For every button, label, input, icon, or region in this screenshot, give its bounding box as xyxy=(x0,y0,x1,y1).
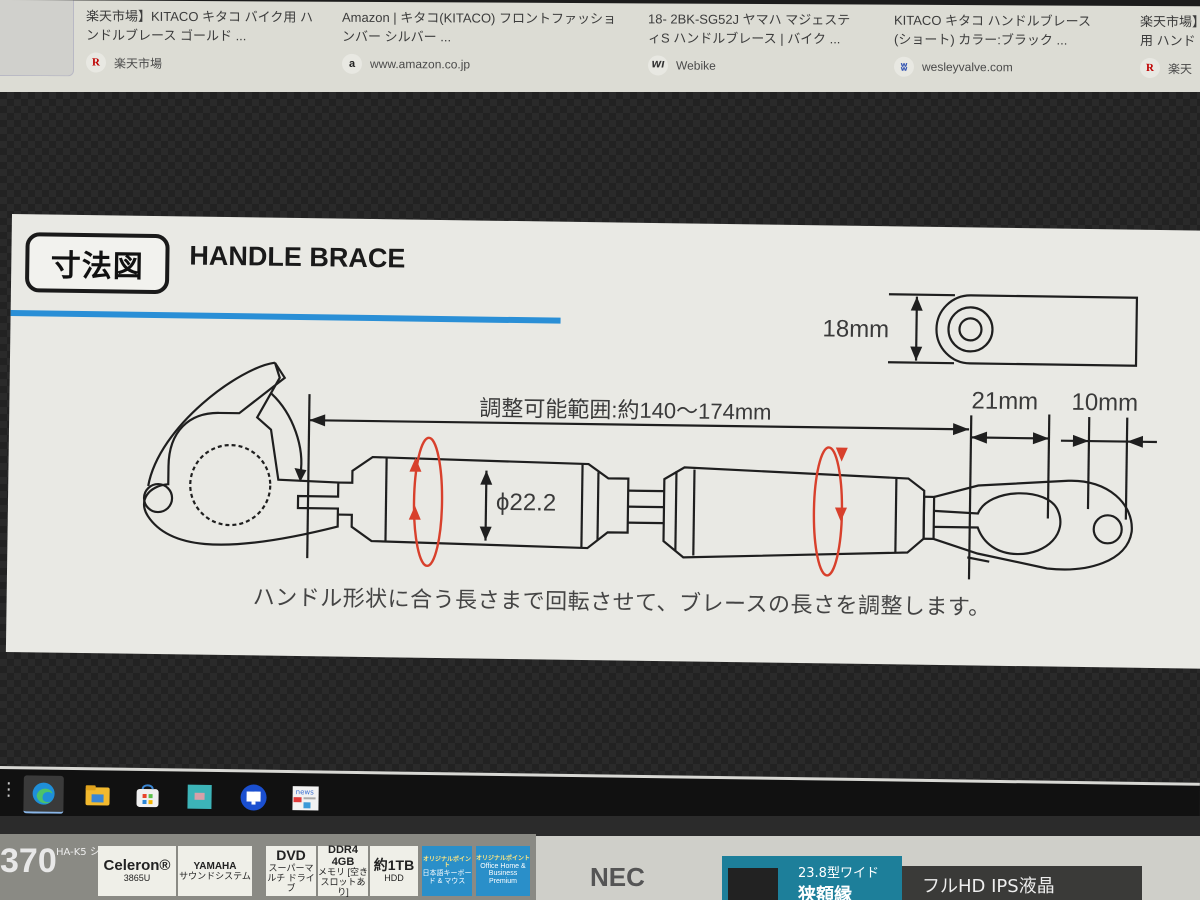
result-card-wesleyvalve[interactable]: KITACO キタコ ハンドルブレース (ショート) カラー:ブラック ... … xyxy=(894,11,1174,78)
result-source: www.amazon.co.jp xyxy=(370,56,471,72)
monitor-graphic xyxy=(728,868,778,900)
result-title[interactable]: Amazon | キタコ(KITACO) フロントファッショ xyxy=(342,8,622,28)
result-card-webike[interactable]: 18- 2BK-SG52J ヤマハ マジェステ ィS ハンドルブレース | バイ… xyxy=(648,9,928,76)
result-title-line2[interactable]: (ショート) カラー:ブラック ... xyxy=(894,30,1174,50)
model-number: 370 xyxy=(0,842,57,880)
rakuten-r-icon: R xyxy=(1140,57,1160,79)
nec-logo: NEC xyxy=(590,862,645,892)
rakuten-r-icon: R xyxy=(86,52,106,73)
store-icon[interactable] xyxy=(127,777,168,816)
result-source: Webike xyxy=(676,58,716,73)
result-title[interactable]: 楽天市場】KITACO キタコ バイク用 ハ xyxy=(86,6,366,26)
edge-icon[interactable] xyxy=(23,775,64,814)
left-clamp xyxy=(142,361,340,546)
diameter-label: ϕ22.2 xyxy=(495,488,557,517)
result-title-line2[interactable]: ンドルブレース ゴールド ... xyxy=(86,25,366,45)
spec-storage: 約1TB HDD xyxy=(370,846,418,896)
butterfly-icon: ʬ xyxy=(894,56,914,77)
result-card-rakuten[interactable]: 楽天市場】KITACO キタコ バイク用 ハ ンドルブレース ゴールド ... … xyxy=(86,6,366,73)
news-icon[interactable]: news xyxy=(285,779,326,818)
result-title[interactable]: 楽天市場】 xyxy=(1140,12,1200,31)
result-title[interactable]: KITACO キタコ ハンドルブレース xyxy=(894,11,1174,31)
svg-text:news: news xyxy=(296,788,315,796)
spec-drive: DVD スーパーマルチ ドライブ xyxy=(266,846,316,896)
remote-desktop-icon[interactable] xyxy=(233,778,274,817)
spec-memory: DDR4 4GB メモリ [空きスロットあり] xyxy=(318,844,369,898)
result-source: 楽天市場 xyxy=(114,56,163,71)
result-card-rakuten-2[interactable]: 楽天市場】 用 ハンド R 楽天 xyxy=(1140,12,1200,79)
adjustable-range-label: 調整可能範囲:約140〜174mm xyxy=(479,395,772,425)
result-source: 楽天 xyxy=(1168,61,1193,76)
amazon-a-icon: a xyxy=(342,53,362,74)
result-title-line2[interactable]: ィS ハンドルブレース | バイク ... xyxy=(648,28,928,48)
right-clamp xyxy=(933,479,1133,571)
bolt-offset-label: 10mm xyxy=(1071,388,1139,417)
side-view-clamp xyxy=(888,293,1139,367)
height-dimension-label: 18mm xyxy=(822,315,890,344)
screen-size-label: 23.8型ワイド 狭額縁 xyxy=(722,856,902,900)
result-title-line2[interactable]: 用 ハンド xyxy=(1140,31,1200,50)
result-title[interactable]: 18- 2BK-SG52J ヤマハ マジェステ xyxy=(648,9,928,29)
spec-sound: YAMAHA サウンドシステム xyxy=(178,846,252,896)
fullhd-ips-label: フルHD IPS液晶 xyxy=(902,866,1142,900)
product-image-panel[interactable]: 寸法図 HANDLE BRACE 18mm 調整可能範囲:約140〜174mm … xyxy=(5,214,1200,669)
task-view-icon[interactable]: ⋮ xyxy=(0,779,18,809)
spec-cpu: Celeron® 3865U xyxy=(98,846,176,896)
result-card-partial[interactable] xyxy=(0,0,74,77)
webike-icon: WI xyxy=(648,55,668,76)
search-results-strip: 楽天市場】KITACO キタコ バイク用 ハ ンドルブレース ゴールド ... … xyxy=(0,0,1200,99)
spec-keyboard: オリジナルポイント 日本語キーボード & マウス xyxy=(422,846,472,896)
result-source: wesleyvalve.com xyxy=(922,59,1013,75)
clamp-offset-label: 21mm xyxy=(971,387,1039,416)
result-title-line2[interactable]: ンバー シルバー ... xyxy=(342,27,622,47)
result-card-amazon[interactable]: Amazon | キタコ(KITACO) フロントファッショ ンバー シルバー … xyxy=(342,8,622,75)
spec-office: オリジナルポイント Office Home & Business Premium xyxy=(476,846,530,896)
app-teal-icon[interactable] xyxy=(179,778,220,817)
file-explorer-icon[interactable] xyxy=(77,776,118,815)
